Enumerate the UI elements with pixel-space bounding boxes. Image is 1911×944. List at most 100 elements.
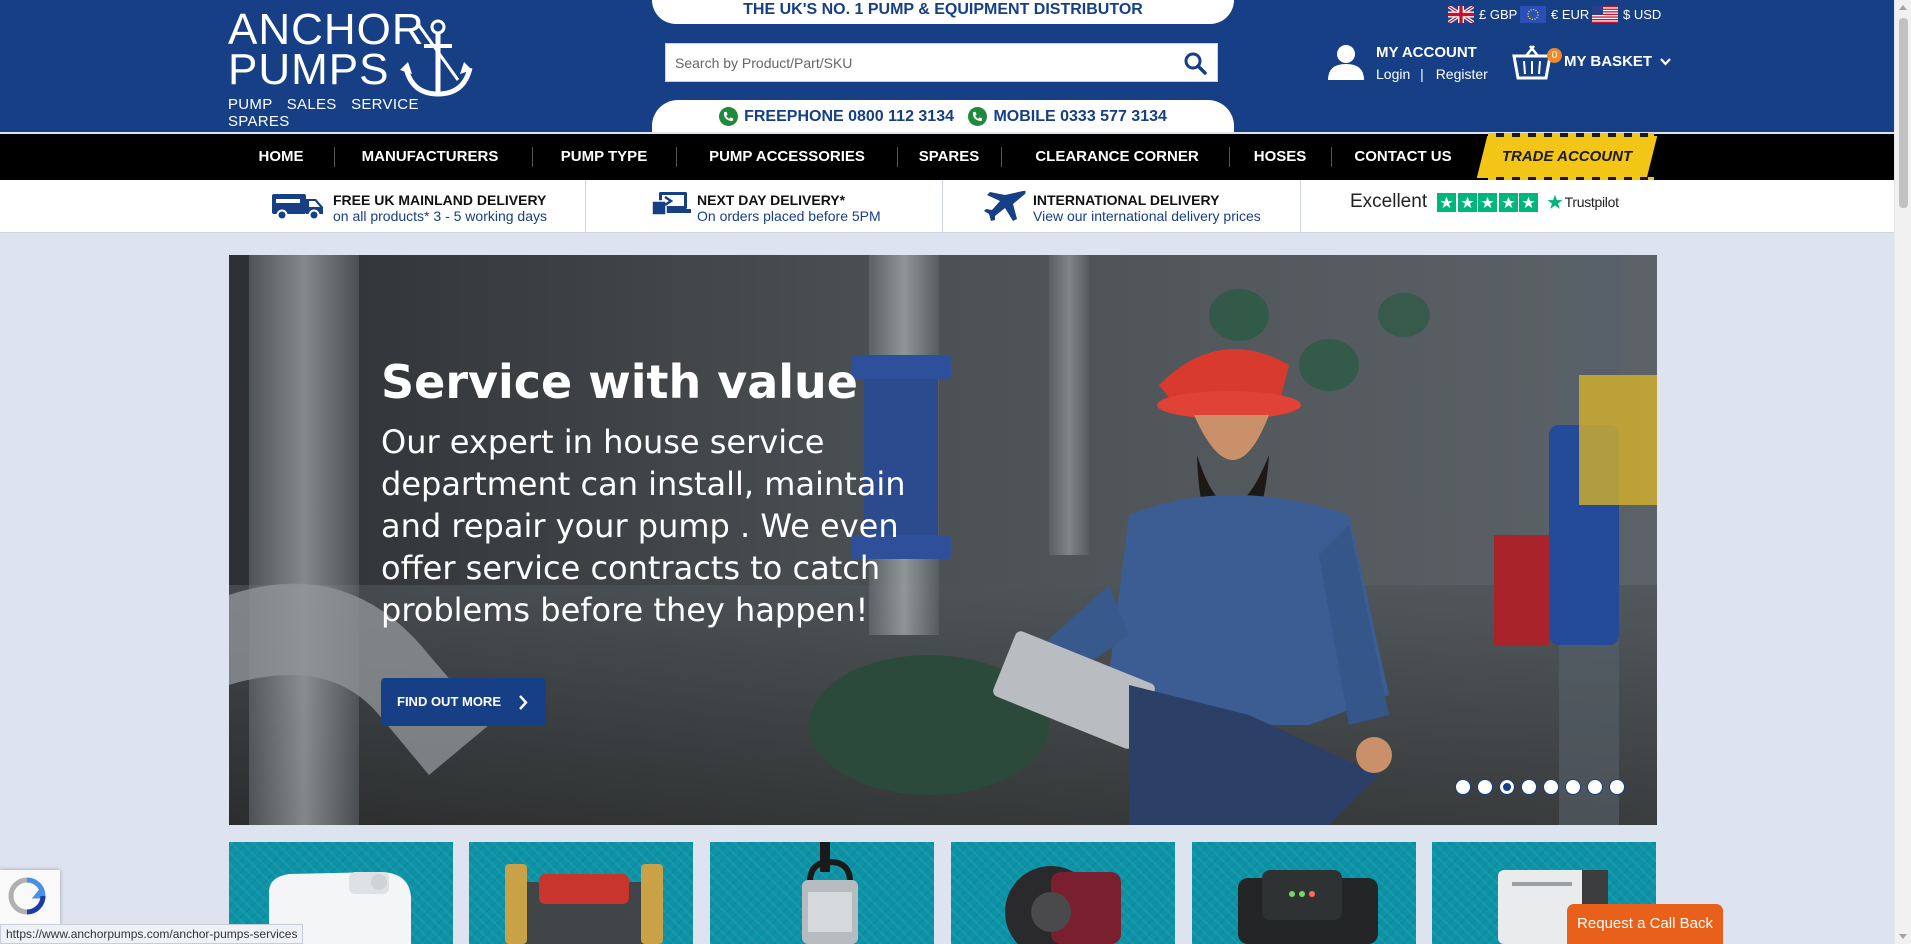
- anchor-pumps-logo[interactable]: ANCHOR PUMPS PUMP SALES SERVICE SPARES: [228, 8, 478, 130]
- carousel-indicators: [1455, 779, 1631, 795]
- scroll-up-arrow-icon[interactable]: [1899, 5, 1907, 10]
- carousel-dot-6[interactable]: [1565, 779, 1581, 795]
- trustpilot-widget[interactable]: Excellent Trustpilot: [1350, 191, 1619, 213]
- search-bar: [665, 43, 1218, 82]
- currency-usd[interactable]: $ USD: [1592, 6, 1661, 23]
- delivery-next-day[interactable]: NEXT DAY DELIVERY* On orders placed befo…: [650, 180, 930, 233]
- nav-divider: [897, 147, 898, 167]
- laptop-box-icon: [651, 192, 691, 216]
- find-out-more-label: FIND OUT MORE: [397, 694, 501, 709]
- request-callback-button[interactable]: Request a Call Back: [1567, 904, 1723, 944]
- nav-trade-account[interactable]: TRADE ACCOUNT: [1482, 134, 1652, 180]
- us-flag-icon: [1592, 6, 1618, 23]
- delivery-international-subtitle: View our international delivery prices: [1033, 208, 1261, 224]
- delivery-next-day-title: NEXT DAY DELIVERY*: [697, 192, 846, 208]
- category-tile-grundfos-circulator[interactable]: [1192, 842, 1416, 944]
- page-scrollbar[interactable]: [1894, 0, 1911, 944]
- nav-hoses[interactable]: HOSES: [1249, 134, 1311, 180]
- category-tile-booster-pump[interactable]: [469, 842, 693, 944]
- mobile-link[interactable]: MOBILE 0333 577 3134: [968, 107, 1167, 126]
- currency-eur-label: € EUR: [1551, 7, 1590, 22]
- eu-flag-icon: [1520, 6, 1546, 23]
- trustpilot-brand-text: Trustpilot: [1564, 194, 1619, 210]
- chevron-down-icon: [1660, 58, 1672, 66]
- submersible-pump-product-image: [802, 842, 858, 944]
- currency-usd-label: $ USD: [1623, 7, 1662, 22]
- delivery-free-uk-title: FREE UK MAINLAND DELIVERY: [333, 192, 547, 208]
- nav-clearance-corner[interactable]: CLEARANCE CORNER: [1032, 134, 1202, 180]
- trustpilot-star-icon: [1437, 192, 1457, 212]
- site-header: ANCHOR PUMPS PUMP SALES SERVICE SPARES T…: [0, 0, 1894, 132]
- carousel-dot-8[interactable]: [1609, 779, 1625, 795]
- basket-icon: [1512, 44, 1552, 80]
- mobile-text: MOBILE 0333 577 3134: [993, 107, 1167, 125]
- trustpilot-star-icon: [1547, 194, 1563, 209]
- nav-contact-us[interactable]: CONTACT US: [1352, 134, 1454, 180]
- recaptcha-badge[interactable]: [0, 870, 60, 924]
- carousel-dot-1[interactable]: [1455, 779, 1471, 795]
- nav-divider: [676, 147, 677, 167]
- register-link[interactable]: Register: [1436, 66, 1488, 82]
- delivery-free-uk[interactable]: FREE UK MAINLAND DELIVERY on all product…: [268, 180, 568, 233]
- user-icon[interactable]: [1326, 42, 1366, 82]
- chevron-right-icon: [519, 695, 528, 710]
- search-input[interactable]: [666, 44, 1166, 81]
- search-button[interactable]: [1183, 51, 1207, 75]
- scroll-down-arrow-icon[interactable]: [1899, 934, 1907, 939]
- search-icon: [1184, 52, 1207, 75]
- carousel-dot-7[interactable]: [1587, 779, 1603, 795]
- nav-divider: [1331, 147, 1332, 167]
- carousel-dot-2[interactable]: [1477, 779, 1493, 795]
- trustpilot-star-icon: [1478, 192, 1498, 212]
- browser-status-bar: https://www.anchorpumps.com/anchor-pumps…: [0, 924, 304, 944]
- currency-gbp[interactable]: £ GBP: [1448, 6, 1517, 23]
- my-account-title[interactable]: MY ACCOUNT: [1376, 44, 1477, 61]
- delivery-divider: [1300, 180, 1301, 233]
- find-out-more-button[interactable]: FIND OUT MORE: [381, 678, 546, 726]
- hero-body-text: Our expert in house service department c…: [381, 423, 906, 629]
- phone-icon: [719, 107, 739, 126]
- nav-spares[interactable]: SPARES: [916, 134, 982, 180]
- my-basket-label: MY BASKET: [1564, 53, 1672, 70]
- login-link[interactable]: Login: [1376, 66, 1410, 82]
- delivery-international[interactable]: INTERNATIONAL DELIVERY View our internat…: [983, 180, 1283, 233]
- carousel-dot-5[interactable]: [1543, 779, 1559, 795]
- phone-icon: [968, 107, 988, 126]
- logo-tagline: PUMP SALES SERVICE SPARES: [228, 96, 419, 130]
- distributor-banner: THE UK'S NO. 1 PUMP & EQUIPMENT DISTRIBU…: [652, 0, 1234, 24]
- nav-home[interactable]: HOME: [248, 134, 314, 180]
- currency-gbp-label: £ GBP: [1479, 7, 1518, 22]
- my-basket-text: MY BASKET: [1564, 53, 1653, 70]
- scrollbar-thumb[interactable]: [1899, 18, 1908, 208]
- basket-count-badge: 0: [1547, 48, 1562, 63]
- distributor-banner-text: THE UK'S NO. 1 PUMP & EQUIPMENT DISTRIBU…: [743, 1, 1143, 18]
- trustpilot-stars: [1437, 192, 1540, 212]
- booster-pump-product-image: [505, 864, 663, 944]
- nav-pump-accessories[interactable]: PUMP ACCESSORIES: [698, 134, 876, 180]
- nav-divider: [1229, 147, 1230, 167]
- account-links: Login | Register: [1376, 66, 1488, 82]
- freephone-link[interactable]: FREEPHONE 0800 112 3134: [719, 107, 954, 126]
- currency-eur[interactable]: € EUR: [1520, 6, 1589, 23]
- grundfos-circulator-product-image: [1238, 870, 1378, 944]
- airplane-icon: [984, 190, 1026, 221]
- delivery-next-day-subtitle: On orders placed before 5PM: [697, 208, 881, 224]
- trustpilot-star-icon: [1498, 192, 1518, 212]
- uk-flag-icon: [1448, 6, 1474, 23]
- trustpilot-star-icon: [1457, 192, 1477, 212]
- nav-divider: [532, 147, 533, 167]
- nav-pump-type[interactable]: PUMP TYPE: [553, 134, 655, 180]
- hero-carousel: Service with value Our expert in house s…: [229, 255, 1657, 825]
- category-tile-submersible-pump[interactable]: [710, 842, 934, 944]
- nav-divider: [334, 147, 335, 167]
- trustpilot-brand: Trustpilot: [1547, 194, 1619, 210]
- trustpilot-rating-label: Excellent: [1350, 191, 1428, 212]
- nav-manufacturers[interactable]: MANUFACTURERS: [352, 134, 508, 180]
- carousel-dot-4[interactable]: [1521, 779, 1537, 795]
- category-tile-circulator-pump[interactable]: [951, 842, 1175, 944]
- trustpilot-star-icon: [1519, 192, 1539, 212]
- delivery-divider: [942, 180, 943, 233]
- carousel-dot-3[interactable]: [1499, 779, 1515, 795]
- anchor-icon: [400, 19, 473, 97]
- recaptcha-icon: [8, 877, 46, 915]
